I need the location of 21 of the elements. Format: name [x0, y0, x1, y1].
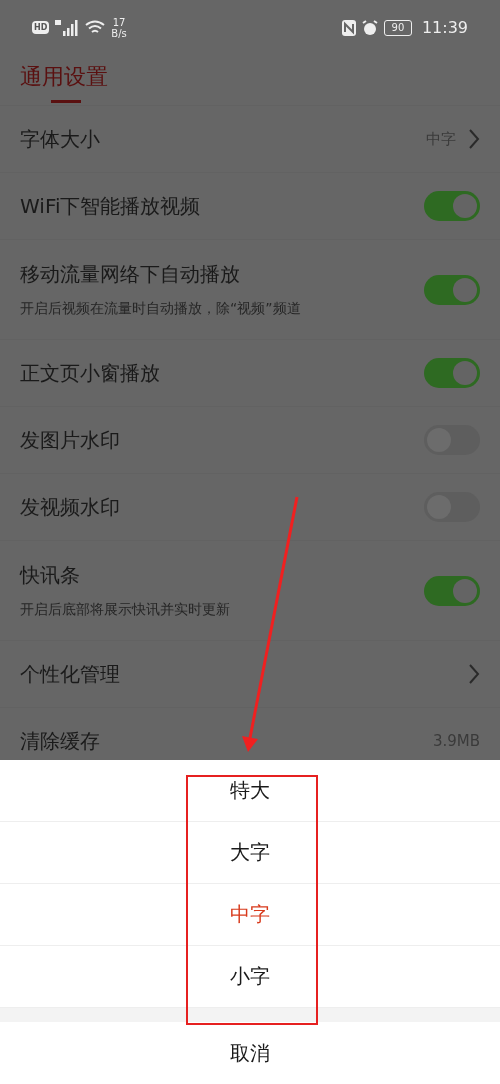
setting-label: 个性化管理 [20, 660, 120, 688]
battery-icon: 90 [383, 19, 412, 36]
network-speed-unit: B/s [111, 27, 127, 39]
setting-label: WiFi下智能播放视频 [20, 192, 201, 220]
setting-label: 正文页小窗播放 [20, 359, 160, 387]
setting-hint: 开启后视频在流量时自动播放，除“视频”频道 [20, 300, 301, 318]
font-size-option[interactable]: 中字 [0, 884, 500, 946]
cancel-button[interactable]: 取消 [0, 1022, 500, 1084]
setting-label: 发视频水印 [20, 493, 120, 521]
font-size-option[interactable]: 特大 [0, 760, 500, 822]
hd-badge: HD [32, 21, 50, 34]
setting-label: 发图片水印 [20, 426, 120, 454]
setting-label: 清除缓存 [20, 727, 100, 755]
clock: 11:39 [421, 18, 468, 37]
page-title: 通用设置 [20, 64, 108, 89]
setting-hint: 开启后底部将展示快讯并实时更新 [20, 601, 230, 619]
font-size-option[interactable]: 大字 [0, 822, 500, 884]
setting-label: 字体大小 [20, 125, 100, 153]
network-speed: 17 [112, 16, 126, 28]
setting-label: 移动流量网络下自动播放 [20, 261, 241, 288]
setting-label: 快讯条 [20, 562, 81, 589]
